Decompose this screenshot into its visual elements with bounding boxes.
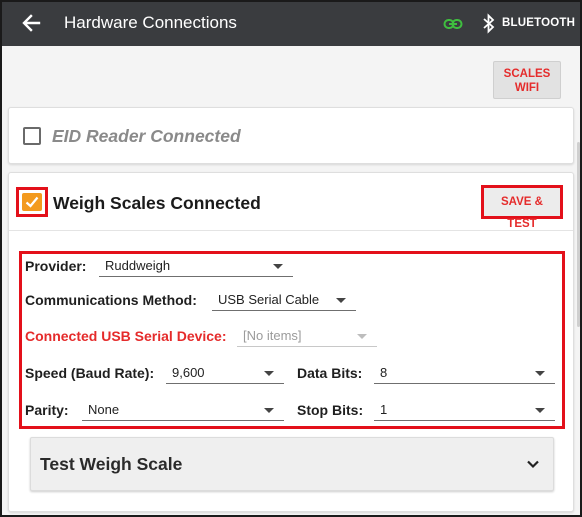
save-test-button[interactable]: SAVE & TEST: [487, 191, 557, 230]
caret-down-icon: [535, 371, 545, 376]
data-bits-value: 8: [380, 365, 388, 380]
app-window: Hardware Connections BLUETOOTH SCALES WI…: [0, 0, 582, 517]
speed-label: Speed (Baud Rate):: [25, 365, 155, 381]
stop-bits-value: 1: [380, 402, 388, 417]
scales-wifi-button[interactable]: SCALES WIFI: [493, 61, 561, 99]
parity-label: Parity:: [25, 402, 69, 418]
test-weigh-scale-panel[interactable]: Test Weigh Scale: [30, 437, 554, 491]
eid-reader-label: EID Reader Connected: [52, 126, 241, 146]
weigh-scales-card: Weigh Scales Connected SAVE & TEST Provi…: [8, 172, 574, 512]
arrow-left-icon[interactable]: [20, 12, 42, 34]
bluetooth-button[interactable]: BLUETOOTH: [502, 17, 575, 29]
check-icon: [25, 196, 39, 208]
chevron-down-icon[interactable]: [525, 456, 541, 472]
caret-down-icon: [535, 408, 545, 413]
caret-down-icon: [264, 408, 274, 413]
speed-value: 9,600: [172, 365, 205, 380]
scales-wifi-label-line2: WIFI: [514, 82, 540, 94]
bluetooth-icon[interactable]: [482, 12, 496, 36]
usb-device-value: [No items]: [243, 328, 302, 343]
weigh-scales-header: Weigh Scales Connected SAVE & TEST: [9, 173, 573, 231]
page-title: Hardware Connections: [64, 13, 237, 32]
provider-label: Provider:: [25, 258, 87, 274]
test-weigh-scale-label: Test Weigh Scale: [40, 454, 183, 474]
stop-bits-dropdown[interactable]: 1: [374, 399, 555, 421]
eid-reader-card: EID Reader Connected: [8, 107, 574, 164]
scales-wifi-label-line1: SCALES: [503, 68, 551, 80]
parity-value: None: [88, 402, 120, 417]
caret-down-icon: [357, 334, 367, 339]
caret-down-icon: [264, 371, 274, 376]
eid-reader-checkbox[interactable]: [23, 127, 41, 145]
provider-dropdown[interactable]: Ruddweigh: [99, 255, 293, 277]
data-bits-label: Data Bits:: [297, 365, 363, 381]
parity-dropdown[interactable]: None: [82, 399, 284, 421]
link-icon[interactable]: [443, 14, 463, 34]
caret-down-icon: [273, 264, 283, 269]
weigh-scales-label: Weigh Scales Connected: [53, 193, 261, 213]
app-bar: Hardware Connections BLUETOOTH: [2, 2, 580, 46]
provider-value: Ruddweigh: [105, 258, 171, 273]
save-test-highlight: SAVE & TEST: [481, 185, 563, 230]
usb-device-label: Connected USB Serial Device:: [25, 328, 227, 344]
usb-device-dropdown: [No items]: [237, 325, 377, 347]
weigh-scales-checkbox[interactable]: [22, 193, 42, 211]
comm-method-value: USB Serial Cable: [218, 292, 320, 307]
caret-down-icon: [336, 298, 346, 303]
data-bits-dropdown[interactable]: 8: [374, 362, 555, 384]
speed-dropdown[interactable]: 9,600: [166, 362, 284, 384]
stop-bits-label: Stop Bits:: [297, 402, 364, 418]
scrollbar[interactable]: [577, 142, 580, 327]
comm-method-label: Communications Method:: [25, 292, 197, 308]
comm-method-dropdown[interactable]: USB Serial Cable: [212, 289, 356, 311]
